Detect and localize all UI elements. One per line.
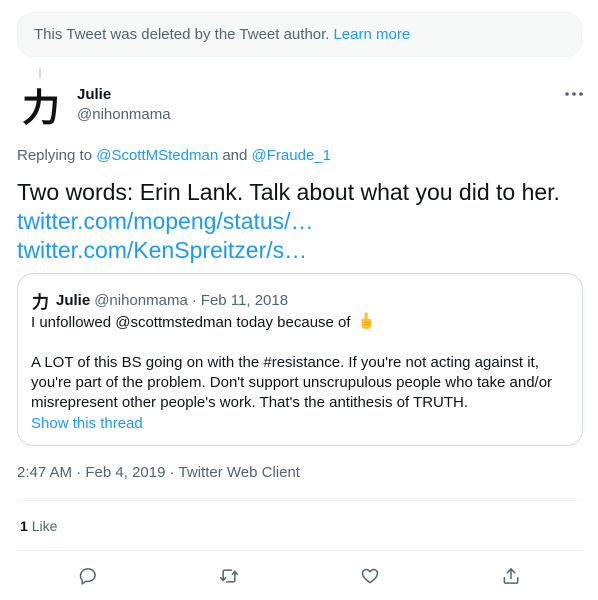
avatar[interactable]: 力 xyxy=(17,80,65,130)
quoted-date: Feb 11, 2018 xyxy=(200,292,289,309)
tweet-source: Twitter Web Client xyxy=(178,464,300,481)
author-handle[interactable]: @nihonmama xyxy=(77,106,171,123)
mention-fraude[interactable]: @Fraude_1 xyxy=(252,147,331,164)
divider-top xyxy=(17,500,582,501)
quoted-tweet-card[interactable]: 力 Julie @nihonmama · Feb 11, 2018 I unfo… xyxy=(17,273,583,446)
tweet-metadata: 2:47 AM · Feb 4, 2019 · Twitter Web Clie… xyxy=(17,464,300,481)
quoted-paragraph-2: A LOT of this BS going on with the #resi… xyxy=(31,354,553,411)
heart-icon[interactable] xyxy=(358,564,382,588)
show-thread-link[interactable]: Show this thread xyxy=(31,415,143,432)
quoted-avatar: 力 xyxy=(32,293,49,313)
divider-bottom xyxy=(17,550,582,551)
author-name[interactable]: Julie xyxy=(77,86,111,103)
quoted-author-handle: @nihonmama xyxy=(94,292,188,309)
quoted-separator: · xyxy=(191,292,197,309)
tweet-text: Two words: Erin Lank. Talk about what yo… xyxy=(17,178,582,265)
quoted-line-1: I unfollowed @scottmstedman today becaus… xyxy=(31,314,351,331)
more-options-icon[interactable] xyxy=(563,84,585,104)
replying-conjunction: and xyxy=(222,147,248,164)
share-icon[interactable] xyxy=(499,564,523,588)
learn-more-link[interactable]: Learn more xyxy=(333,26,410,43)
tweet-date[interactable]: Feb 4, 2019 xyxy=(85,464,165,481)
likes-count-link[interactable]: 1 Like xyxy=(20,518,57,534)
quoted-author-name: Julie xyxy=(56,292,91,309)
quoted-tweet-header: 力 Julie @nihonmama · Feb 11, 2018 xyxy=(32,288,288,313)
replying-prefix: Replying to xyxy=(17,147,93,164)
tweet-time[interactable]: 2:47 AM xyxy=(17,464,72,481)
avatar-glyph: 力 xyxy=(21,84,60,130)
mention-scottmstedman[interactable]: @ScottMStedman xyxy=(96,147,218,164)
tweet-body: Two words: Erin Lank. Talk about what yo… xyxy=(17,179,560,205)
tweet-link-mopeng[interactable]: twitter.com/mopeng/status/… xyxy=(17,207,582,236)
backhand-index-pointing-up-icon xyxy=(358,312,374,330)
likes-label: Like xyxy=(31,518,58,534)
likes-number: 1 xyxy=(20,518,28,534)
tweet-link-kenspreitzer[interactable]: twitter.com/KenSpreitzer/s… xyxy=(17,236,582,265)
meta-separator-1: · xyxy=(76,464,82,481)
deleted-notice-text: This Tweet was deleted by the Tweet auth… xyxy=(34,26,330,43)
meta-separator-2: · xyxy=(169,464,175,481)
quoted-tweet-body: I unfollowed @scottmstedman today becaus… xyxy=(31,312,571,413)
retweet-icon[interactable] xyxy=(217,564,241,588)
deleted-tweet-notice: This Tweet was deleted by the Tweet auth… xyxy=(17,12,582,57)
reply-icon[interactable] xyxy=(76,564,100,588)
replying-to-line: Replying to @ScottMStedman and @Fraude_1 xyxy=(17,147,331,164)
